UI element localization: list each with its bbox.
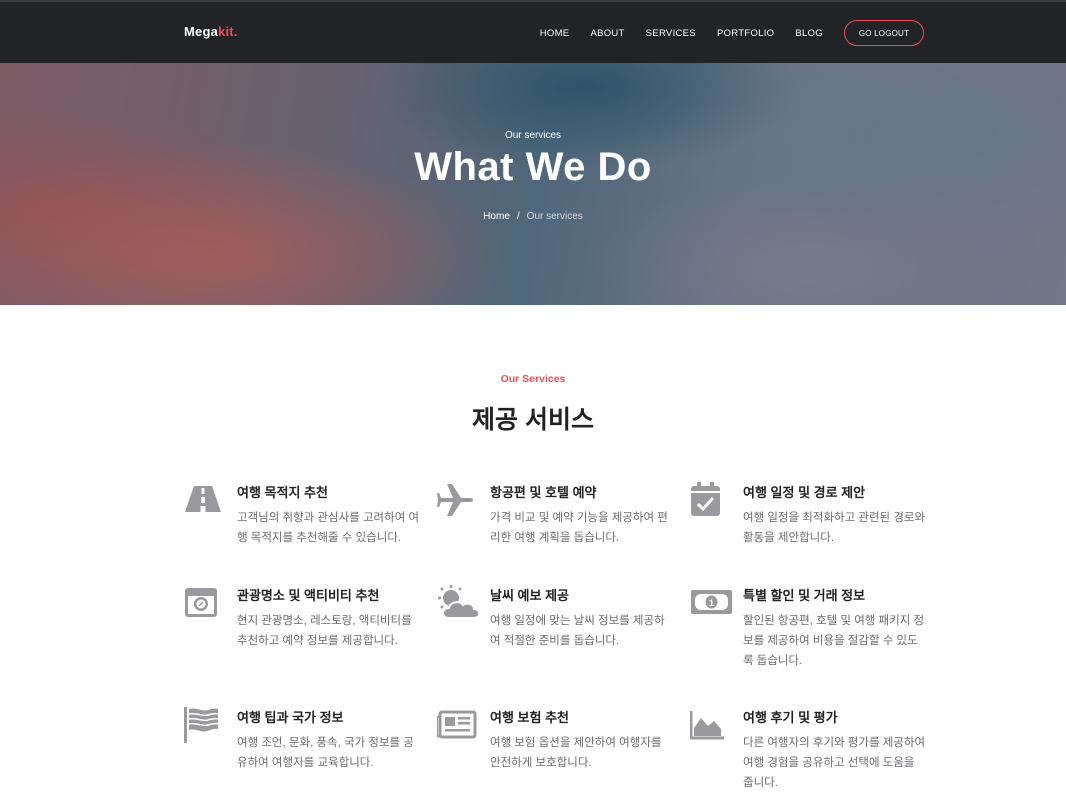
service-description: 여행 조언, 문화, 풍속, 국가 정보를 공유하여 여행자를 교육합니다.: [237, 737, 414, 769]
service-title: 여행 팁과 국가 정보: [237, 710, 344, 725]
service-title: 관광명소 및 액티비티 추천: [237, 588, 380, 603]
calendar-check-icon: [690, 482, 728, 516]
flag-icon: [184, 707, 222, 743]
service-description: 여행 일정을 최적화하고 관련된 경로와 활동을 제안합니다.: [743, 512, 926, 544]
nav-blog[interactable]: BLOG: [795, 28, 823, 39]
newspaper-icon: [437, 707, 477, 741]
service-title: 여행 후기 및 평가: [743, 710, 838, 725]
breadcrumb: Home / Our services: [0, 211, 1066, 222]
service-description: 가격 비교 및 예약 기능을 제공하여 편리한 여행 계획을 돕습니다.: [490, 512, 668, 544]
nav-portfolio[interactable]: PORTFOLIO: [717, 28, 774, 39]
plane-icon: [437, 482, 475, 516]
page-title: What We Do: [414, 145, 652, 189]
service-title: 여행 일정 및 경로 제안: [743, 485, 866, 500]
nav-about[interactable]: ABOUT: [590, 28, 624, 39]
service-title: 항공편 및 호텔 예약: [490, 485, 597, 500]
weather-icon: [437, 585, 481, 619]
service-description: 할인된 항공편, 호텔 및 여행 패키지 정보를 제공하여 비용을 절감할 수 …: [743, 615, 925, 667]
main-nav: HOME ABOUT SERVICES PORTFOLIO BLOG: [519, 28, 823, 39]
top-navbar: Megakit. HOME ABOUT SERVICES PORTFOLIO B…: [0, 0, 1066, 63]
hero-banner: Our services What We Do Home / Our service…: [0, 63, 1066, 305]
area-chart-icon: [690, 707, 728, 741]
section-title: 제공 서비스: [472, 406, 594, 434]
logo[interactable]: Megakit.: [184, 24, 238, 39]
service-description: 여행 보험 옵션을 제안하여 여행자를 안전하게 보호합니다.: [490, 737, 662, 769]
breadcrumb-current: Our services: [526, 211, 583, 222]
camera-icon: [184, 585, 222, 619]
road-icon: [184, 482, 222, 516]
service-title: 여행 보험 추천: [490, 710, 569, 725]
money-icon: 1: [690, 585, 732, 619]
nav-home[interactable]: HOME: [540, 28, 570, 39]
hero-subtitle: Our services: [504, 130, 562, 141]
service-title: 여행 목적지 추천: [237, 485, 328, 500]
service-title: 날씨 예보 제공: [490, 588, 569, 603]
logo-text: Mega: [184, 24, 219, 39]
svg-text:1: 1: [709, 598, 714, 608]
service-description: 현지 관광명소, 레스토랑, 액티비티를 추천하고 예약 정보를 제공합니다.: [237, 615, 412, 647]
section-label: Our Services: [500, 373, 566, 385]
breadcrumb-home-link[interactable]: Home: [483, 211, 510, 222]
nav-services[interactable]: SERVICES: [646, 28, 696, 39]
logo-accent: kit.: [218, 24, 238, 39]
service-description: 고객님의 취향과 관심사를 고려하여 여행 목적지를 추천해줄 수 있습니다.: [237, 512, 420, 544]
breadcrumb-separator: /: [516, 211, 520, 222]
service-title: 특별 할인 및 거래 정보: [743, 588, 866, 603]
service-description: 여행 일정에 맞는 날씨 정보를 제공하여 적절한 준비를 돕습니다.: [490, 615, 665, 647]
service-description: 다른 여행자의 후기와 평가를 제공하여 여행 경험을 공유하고 선택에 도움을…: [743, 737, 926, 789]
logout-button[interactable]: GO LOGOUT: [844, 20, 924, 46]
